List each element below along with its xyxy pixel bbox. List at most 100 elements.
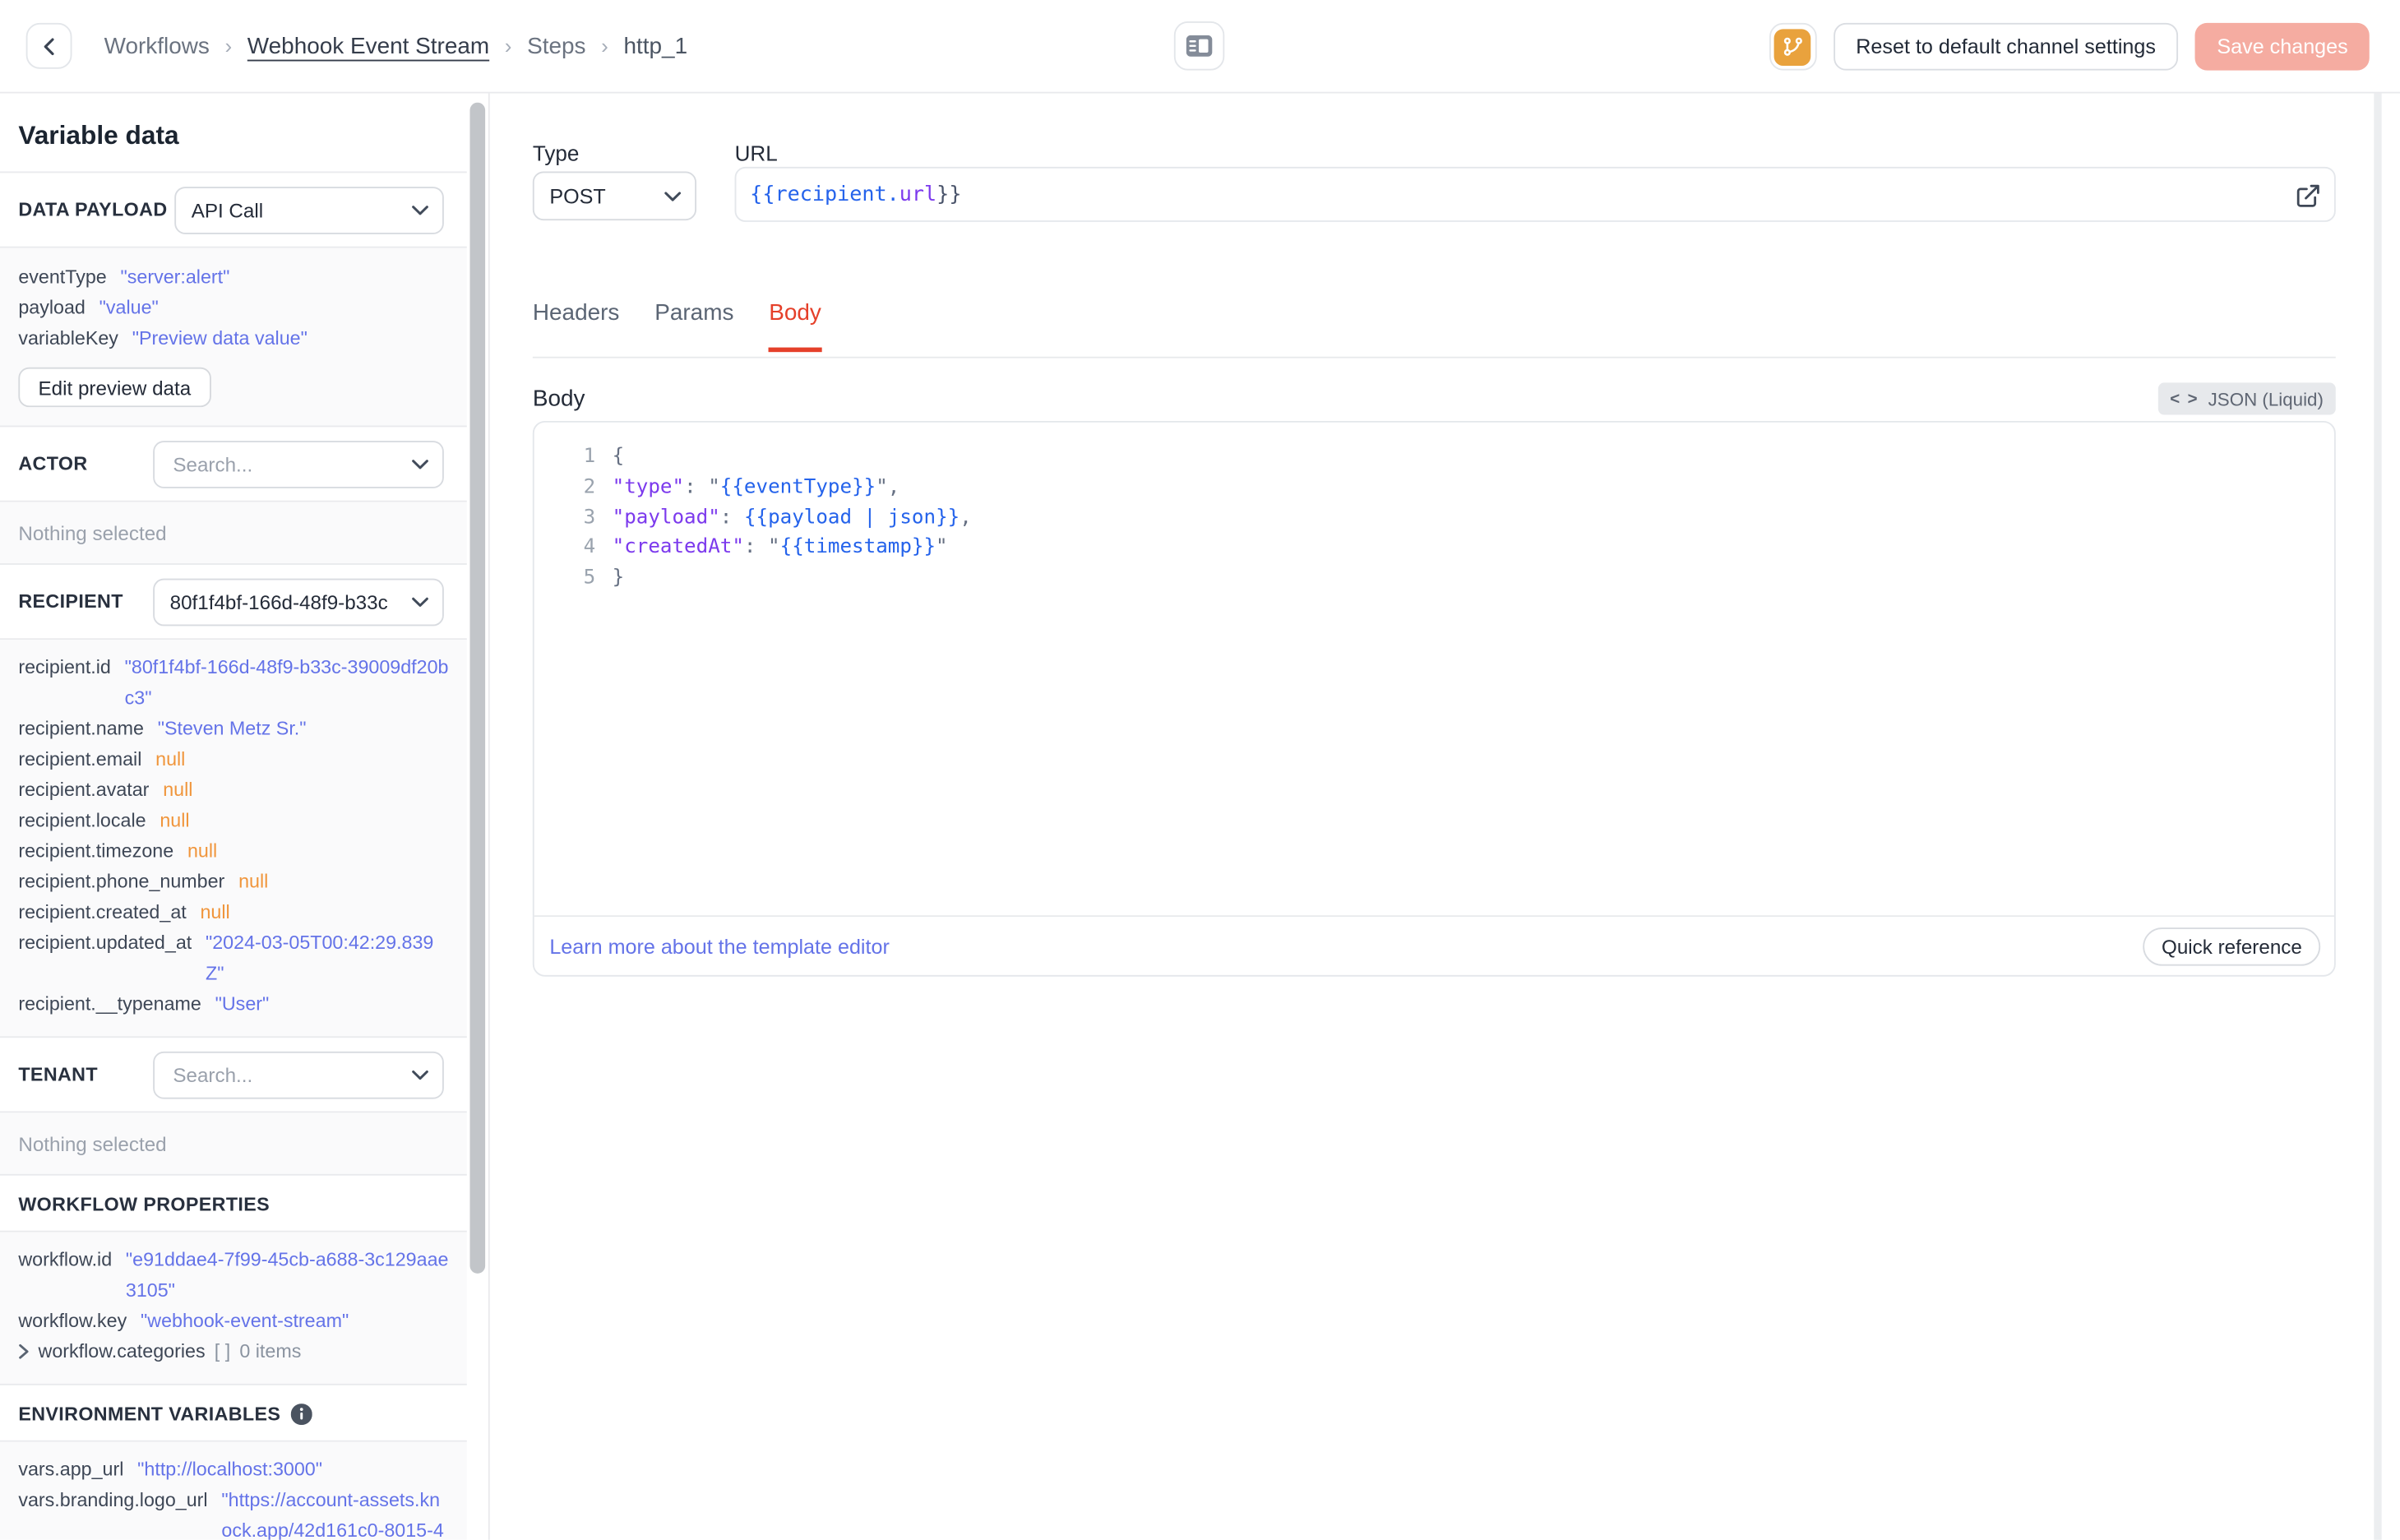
actor-row: ACTOR bbox=[0, 427, 467, 502]
reset-channel-settings-button[interactable]: Reset to default channel settings bbox=[1833, 22, 2179, 71]
tenant-row: TENANT bbox=[0, 1038, 467, 1113]
payload-preview-section: eventType "server:alert" payload "value" var… bbox=[0, 247, 467, 428]
sidebar-scrollbar[interactable] bbox=[469, 102, 486, 1274]
code-area[interactable]: 1{2 "type": "{{eventType}}", 3 "payload": {… bbox=[534, 423, 2334, 915]
tenant-search-select[interactable] bbox=[153, 1050, 444, 1098]
template-editor-docs-link[interactable]: Learn more about the template editor bbox=[549, 935, 890, 958]
url-input[interactable]: {{recipient.url}} bbox=[734, 166, 2336, 222]
variable-key: recipient.__typename bbox=[18, 993, 201, 1015]
variable-row: workflow.id "e91ddae4-7f99-45cb-a688-3c12… bbox=[18, 1244, 448, 1305]
actor-search-input[interactable] bbox=[169, 451, 412, 477]
panel-toggle-button[interactable] bbox=[1173, 21, 1225, 71]
variable-key: workflow.key bbox=[18, 1310, 127, 1332]
method-select[interactable]: POST bbox=[532, 171, 697, 221]
external-link-icon[interactable] bbox=[2295, 183, 2323, 210]
workflow-categories-row: workflow.categories [ ] 0 items bbox=[18, 1336, 448, 1367]
variable-value: null bbox=[200, 901, 230, 923]
recipient-select[interactable]: 80f1f4bf-166d-48f9-b33c bbox=[153, 577, 444, 626]
format-badge[interactable]: < > JSON (Liquid) bbox=[2157, 382, 2336, 415]
variable-row: recipient.created_at null bbox=[18, 897, 448, 927]
top-bar: Workflows › Webhook Event Stream › Steps › htt… bbox=[0, 0, 2400, 94]
edit-preview-data-button[interactable]: Edit preview data bbox=[18, 367, 211, 408]
variable-key: variableKey bbox=[18, 327, 118, 349]
breadcrumb-separator: › bbox=[601, 33, 608, 58]
actor-empty-state: Nothing selected bbox=[0, 502, 467, 565]
payload-rows: eventType "server:alert" payload "value" var… bbox=[18, 261, 448, 354]
editor-footer: Learn more about the template editor Qui… bbox=[534, 915, 2334, 976]
variable-row: variableKey "Preview data value" bbox=[18, 323, 448, 354]
commit-button[interactable] bbox=[1769, 22, 1816, 71]
code-line: 4 "createdAt": "{{timestamp}}" bbox=[534, 534, 2334, 564]
breadcrumb-separator: › bbox=[224, 33, 233, 58]
tenant-empty-state: Nothing selected bbox=[0, 1112, 467, 1176]
variable-value: "Preview data value" bbox=[132, 327, 308, 349]
variable-key: recipient.email bbox=[18, 748, 142, 770]
code-glyph: < > bbox=[2170, 389, 2199, 409]
expand-chevron-icon[interactable] bbox=[18, 1343, 29, 1359]
variable-row: vars.app_url "http://localhost:3000" bbox=[18, 1454, 448, 1485]
breadcrumb: Workflows › Webhook Event Stream › Steps › htt… bbox=[104, 0, 688, 92]
variable-row: recipient.phone_number null bbox=[18, 867, 448, 897]
recipient-label: RECIPIENT bbox=[18, 590, 123, 613]
variable-key: recipient.locale bbox=[18, 809, 146, 831]
tenant-search-input[interactable] bbox=[169, 1061, 412, 1088]
actor-search-select[interactable] bbox=[153, 440, 444, 488]
workflow-rows: workflow.id "e91ddae4-7f99-45cb-a688-3c12… bbox=[18, 1244, 448, 1336]
line-number: 4 bbox=[583, 536, 596, 560]
variable-key: payload bbox=[18, 297, 86, 319]
variable-value: null bbox=[160, 809, 190, 831]
variable-value: "80f1f4bf-166d-48f9-b33c-39009df20bc3" bbox=[124, 656, 449, 709]
variable-row: recipient.timezone null bbox=[18, 835, 448, 866]
variable-value: null bbox=[187, 840, 218, 862]
tenant-label: TENANT bbox=[18, 1063, 98, 1085]
variable-key: recipient.timezone bbox=[18, 840, 174, 862]
line-number: 3 bbox=[583, 506, 596, 530]
env-rows: vars.app_url "http://localhost:3000" vars.… bbox=[18, 1454, 448, 1540]
variable-row: recipient.email null bbox=[18, 744, 448, 775]
back-chevron-icon bbox=[38, 35, 61, 58]
data-payload-select[interactable]: API Call bbox=[174, 186, 444, 234]
breadcrumb-separator: › bbox=[504, 33, 512, 58]
variable-value: "webhook-event-stream" bbox=[141, 1310, 349, 1332]
tab-body[interactable]: Body bbox=[769, 300, 821, 353]
tabs-divider bbox=[532, 356, 2336, 358]
variable-key: workflow.id bbox=[18, 1249, 113, 1271]
variable-value: "2024-03-05T00:42:29.839Z" bbox=[205, 932, 434, 985]
breadcrumb-item[interactable]: Workflows bbox=[104, 33, 210, 59]
panel-toggle-icon bbox=[1186, 35, 1213, 57]
code-line: 3 "payload": {{payload | json}}, bbox=[534, 503, 2334, 534]
variable-data-sidebar: Variable data DATA PAYLOAD API Call even… bbox=[0, 93, 490, 1540]
chevron-down-icon bbox=[412, 1069, 428, 1080]
code-line: 2 "type": "{{eventType}}", bbox=[534, 473, 2334, 503]
save-changes-button[interactable]: Save changes bbox=[2195, 22, 2370, 71]
variable-value: "e91ddae4-7f99-45cb-a688-3c129aae3105" bbox=[125, 1249, 449, 1302]
chevron-down-icon bbox=[412, 459, 428, 469]
main-scrollbar-track[interactable] bbox=[2374, 93, 2382, 1540]
variable-key: recipient.avatar bbox=[18, 779, 150, 801]
actor-label: ACTOR bbox=[18, 453, 88, 475]
chevron-down-icon bbox=[664, 191, 682, 201]
variable-row: recipient.id "80f1f4bf-166d-48f9-b33c-390… bbox=[18, 652, 448, 713]
info-icon[interactable] bbox=[291, 1404, 313, 1426]
variable-value: null bbox=[163, 779, 193, 801]
request-tabs: Headers Params Body bbox=[533, 300, 821, 353]
chevron-down-icon bbox=[412, 205, 428, 215]
line-number: 5 bbox=[583, 567, 596, 590]
data-payload-label: DATA PAYLOAD bbox=[18, 199, 168, 221]
git-commit-icon bbox=[1773, 28, 1811, 66]
variable-key: recipient.phone_number bbox=[18, 871, 225, 893]
variable-row: recipient.locale null bbox=[18, 805, 448, 835]
variable-row: recipient.__typename "User" bbox=[18, 989, 448, 1020]
recipient-rows: recipient.id "80f1f4bf-166d-48f9-b33c-390… bbox=[18, 652, 448, 1020]
tab-params[interactable]: Params bbox=[654, 300, 733, 352]
quick-reference-button[interactable]: Quick reference bbox=[2143, 927, 2321, 966]
variable-key: vars.app_url bbox=[18, 1459, 124, 1481]
breadcrumb-item[interactable]: Webhook Event Stream bbox=[247, 33, 489, 59]
line-number: 2 bbox=[583, 475, 596, 499]
variable-row: recipient.avatar null bbox=[18, 775, 448, 805]
tab-headers[interactable]: Headers bbox=[533, 300, 620, 352]
url-label: URL bbox=[734, 141, 778, 166]
back-button[interactable] bbox=[25, 22, 72, 69]
body-code-editor: 1{2 "type": "{{eventType}}", 3 "payload": {… bbox=[532, 420, 2336, 977]
app-window: Workflows › Webhook Event Stream › Steps › htt… bbox=[0, 0, 2400, 1540]
